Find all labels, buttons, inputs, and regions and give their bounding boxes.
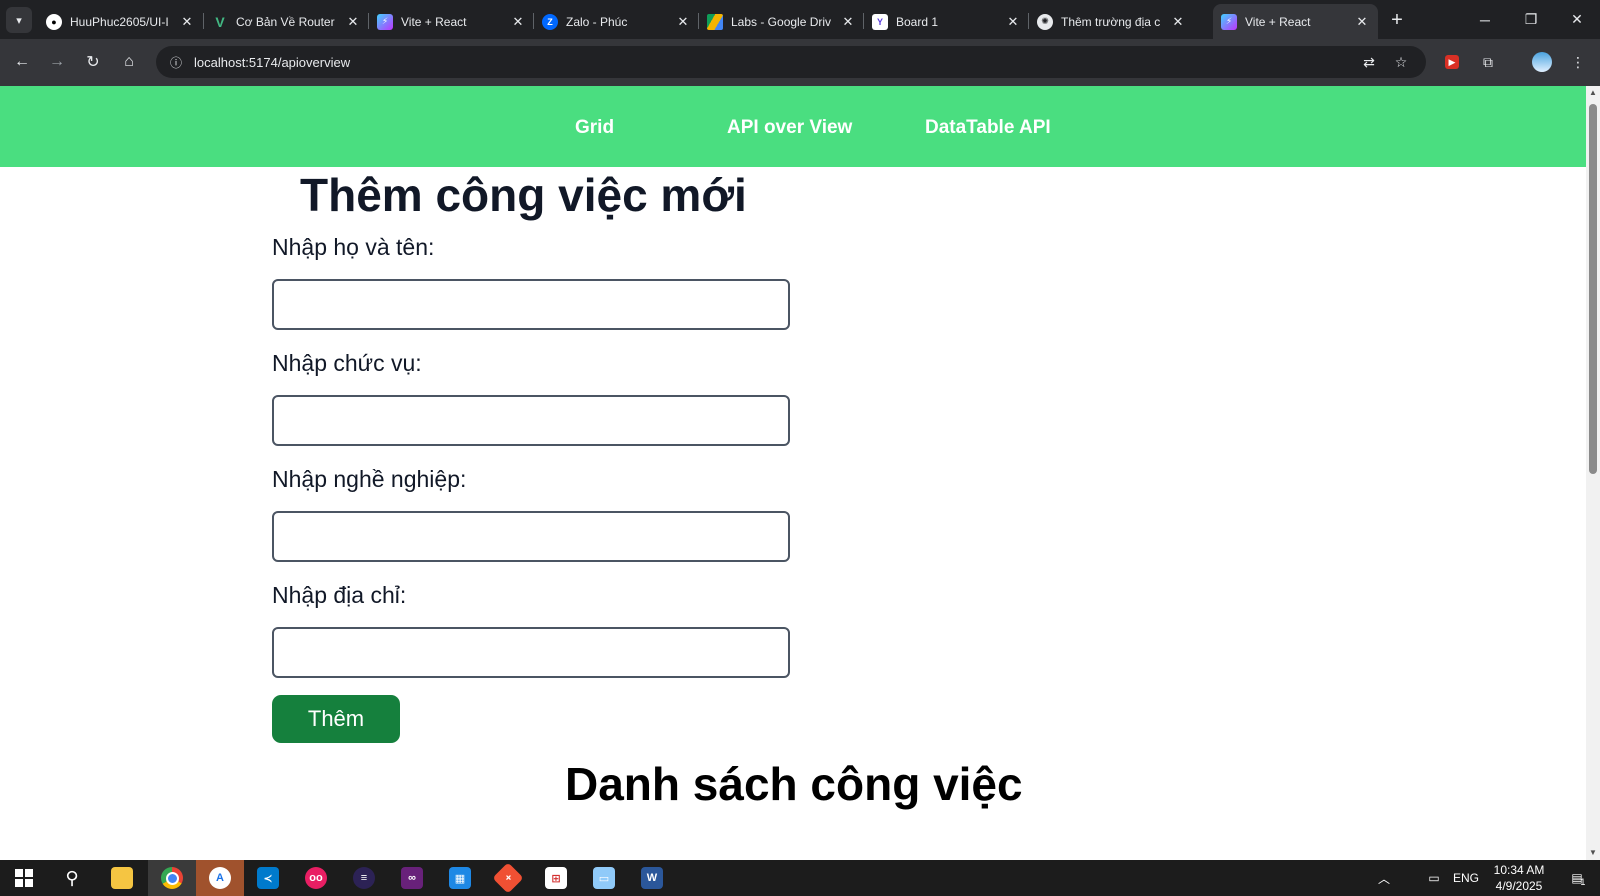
scroll-down-icon[interactable]: ▼ [1586, 846, 1600, 860]
tab-title: Vite + React [1245, 14, 1311, 29]
scroll-thumb[interactable] [1589, 104, 1597, 474]
taskbar-clock[interactable]: 10:34 AM 4/9/2025 [1480, 862, 1558, 894]
home-icon[interactable]: ⌂ [117, 50, 141, 74]
position-label: Nhập chức vụ: [272, 350, 422, 376]
vite-icon: ⚡ [377, 13, 393, 30]
list-title: Danh sách công việc [565, 758, 1023, 810]
app-blue-icon[interactable]: ▦ [436, 860, 484, 896]
name-label: Nhập họ và tên: [272, 234, 435, 260]
name-input[interactable] [272, 279, 790, 330]
close-tab-icon[interactable]: ✕ [675, 14, 691, 30]
browser-tab-strip: ▾ ● HuuPhuc2605/UI-I ✕ V Cơ Bản Về Route… [0, 0, 1600, 39]
git-icon[interactable]: + [484, 860, 532, 896]
browser-tab-github[interactable]: ● HuuPhuc2605/UI-I ✕ [38, 4, 203, 39]
close-tab-icon[interactable]: ✕ [1354, 14, 1370, 30]
visual-studio-icon[interactable]: ∞ [388, 860, 436, 896]
close-tab-icon[interactable]: ✕ [1170, 14, 1186, 30]
scroll-up-icon[interactable]: ▲ [1586, 86, 1600, 100]
windows-taskbar: ⚲ A ≺ oo ≡ ∞ ▦ + ⊞ ▭ W ︿ ▭ ENG 10:34 AM … [0, 860, 1600, 896]
bookmark-star-icon[interactable]: ☆ [1388, 46, 1414, 78]
close-tab-icon[interactable]: ✕ [1005, 14, 1021, 30]
minimize-icon[interactable]: ─ [1462, 0, 1508, 39]
language-indicator[interactable]: ENG [1452, 860, 1480, 896]
vite-icon: ⚡ [1221, 13, 1237, 30]
page-scrollbar[interactable]: ▲ ▼ [1586, 86, 1600, 860]
tab-title: Vite + React [401, 14, 467, 29]
form-title: Thêm công việc mới [300, 169, 747, 221]
app-a-icon[interactable]: A [196, 860, 244, 896]
translate-icon[interactable]: ⇄ [1356, 46, 1382, 78]
notification-count: 1 [1580, 877, 1586, 887]
google-drive-icon [707, 13, 723, 30]
restore-icon[interactable]: ❐ [1508, 0, 1554, 39]
close-tab-icon[interactable]: ✕ [179, 14, 195, 30]
clock-date: 4/9/2025 [1495, 879, 1543, 893]
browser-tab-vite[interactable]: ⚡ Vite + React ✕ [369, 4, 534, 39]
close-tab-icon[interactable]: ✕ [345, 14, 361, 30]
network-icon[interactable]: ▭ [1422, 860, 1446, 896]
browser-tab-active[interactable]: ⚡ Vite + React ✕ [1213, 4, 1378, 39]
photos-icon[interactable]: ▭ [580, 860, 628, 896]
site-info-icon[interactable]: ⓘ [160, 54, 192, 71]
tab-search-icon[interactable]: ▾ [6, 7, 32, 33]
occupation-label: Nhập nghề nghiệp: [272, 466, 467, 492]
openai-icon: ✺ [1037, 13, 1053, 30]
browser-toolbar: ← → ↻ ⌂ ⓘ localhost:5174/apioverview ⇄ ☆… [0, 39, 1600, 86]
search-icon[interactable]: ⚲ [48, 860, 96, 896]
chrome-icon[interactable] [148, 860, 196, 896]
reload-icon[interactable]: ↻ [81, 50, 105, 74]
address-url[interactable]: localhost:5174/apioverview [194, 55, 350, 70]
app-pink-icon[interactable]: oo [292, 860, 340, 896]
browser-tab-chatgpt[interactable]: ✺ Thêm trường địa c ✕ [1029, 4, 1194, 39]
notification-center-icon[interactable]: ▤ 1 [1562, 860, 1592, 896]
nav-link-grid[interactable]: Grid [575, 117, 614, 139]
nav-link-api-overview[interactable]: API over View [727, 117, 852, 139]
word-icon[interactable]: W [628, 860, 676, 896]
tab-title: Labs - Google Driv [731, 14, 832, 29]
browser-menu-icon[interactable]: ⋮ [1566, 50, 1590, 74]
close-tab-icon[interactable]: ✕ [840, 14, 856, 30]
app-red-white-icon[interactable]: ⊞ [532, 860, 580, 896]
vscode-icon[interactable]: ≺ [244, 860, 292, 896]
browser-tab-drive[interactable]: Labs - Google Driv ✕ [699, 4, 864, 39]
extensions-puzzle-icon[interactable]: ⧉ [1476, 50, 1500, 74]
top-navbar: Grid API over View DataTable API [0, 86, 1586, 167]
close-window-icon[interactable]: ✕ [1554, 0, 1600, 39]
tab-title: Board 1 [896, 14, 939, 29]
tray-chevron-icon[interactable]: ︿ [1372, 860, 1396, 896]
browser-tab-zalo[interactable]: Z Zalo - Phúc ✕ [534, 4, 699, 39]
zalo-icon: Z [542, 13, 558, 30]
new-tab-icon[interactable]: + [1385, 8, 1409, 32]
address-label: Nhập địa chỉ: [272, 582, 407, 608]
github-icon: ● [46, 13, 62, 30]
board-icon: Y [872, 13, 888, 30]
browser-tab-board[interactable]: Y Board 1 ✕ [864, 4, 1029, 39]
tab-title: Thêm trường địa c [1061, 14, 1161, 29]
browser-tab-router[interactable]: V Cơ Bản Về Router ✕ [204, 4, 369, 39]
back-icon[interactable]: ← [10, 50, 34, 74]
tab-title: HuuPhuc2605/UI-I [70, 14, 169, 29]
occupation-input[interactable] [272, 511, 790, 562]
close-tab-icon[interactable]: ✕ [510, 14, 526, 30]
clock-time: 10:34 AM [1493, 863, 1545, 877]
nav-link-datatable-api[interactable]: DataTable API [925, 117, 1051, 139]
profile-avatar[interactable] [1530, 50, 1554, 74]
address-input[interactable] [272, 627, 790, 678]
vuejs-icon: V [215, 13, 225, 30]
extension-red-icon[interactable]: ▶ [1440, 50, 1464, 74]
forward-icon[interactable]: → [45, 50, 69, 74]
position-input[interactable] [272, 395, 790, 446]
windows-start-icon[interactable] [0, 860, 48, 896]
tab-title: Cơ Bản Về Router [236, 14, 335, 29]
tab-title: Zalo - Phúc [566, 14, 628, 29]
eclipse-icon[interactable]: ≡ [340, 860, 388, 896]
add-button[interactable]: Thêm [272, 695, 400, 743]
file-explorer-icon[interactable] [98, 860, 146, 896]
address-bar[interactable]: ⓘ localhost:5174/apioverview ⇄ ☆ [156, 46, 1426, 78]
